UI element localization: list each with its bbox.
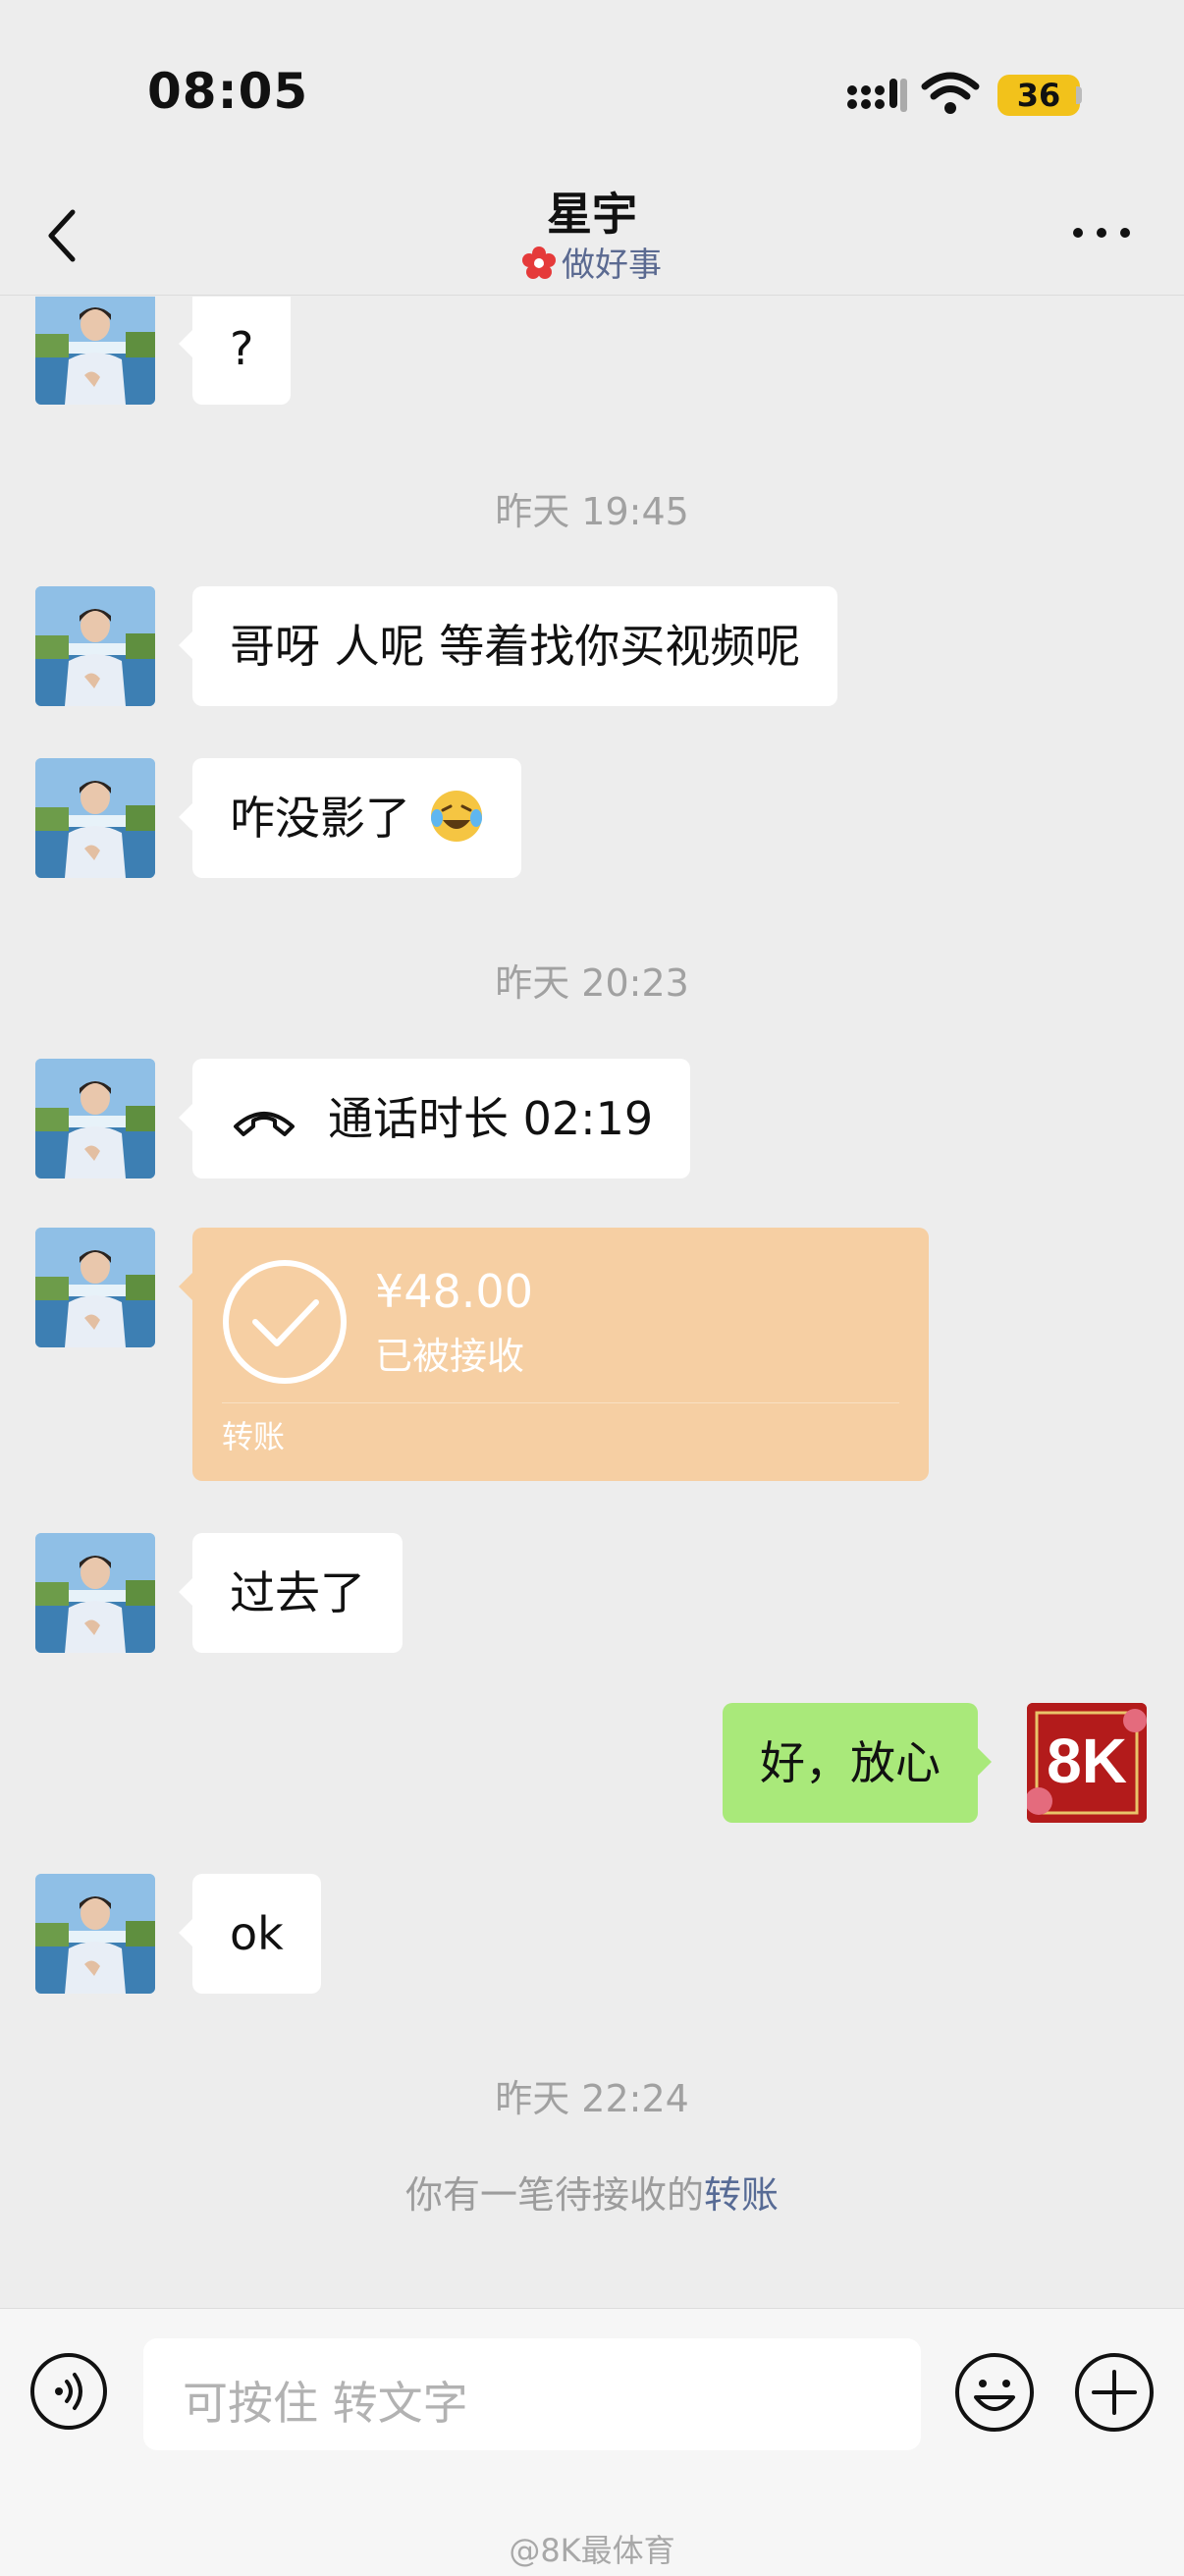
message-text: 过去了 — [230, 1566, 365, 1619]
contact-avatar[interactable] — [35, 1874, 155, 1994]
contact-avatar[interactable] — [35, 758, 155, 878]
transfer-status: 已被接收 — [375, 1335, 525, 1378]
transfer-amount: ¥48.00 — [375, 1265, 533, 1318]
pending-transfer-notice: 你有一笔待接收的转账 — [0, 2165, 1184, 2219]
input-placeholder: 可按住 转文字 — [183, 2377, 468, 2430]
message-bubble[interactable]: 过去了 — [179, 1533, 403, 1653]
message-text: 咋没影了 — [230, 792, 410, 845]
contact-status-text: 做好事 — [562, 246, 662, 285]
message-bubble[interactable]: 哥呀 人呢 等着找你买视频呢 — [178, 586, 838, 706]
phone-icon — [234, 1112, 295, 1136]
more-options-icon[interactable] — [1070, 218, 1133, 247]
timestamp-separator: 昨天 22:24 — [495, 2077, 689, 2120]
chat-header: 星宇 做好事 — [0, 177, 1184, 296]
transfer-label: 转账 — [222, 1418, 286, 1455]
contact-avatar[interactable] — [35, 1059, 155, 1178]
message-text: 好，放心 — [760, 1736, 941, 1789]
contact-avatar[interactable] — [35, 1533, 155, 1653]
call-duration-text: 通话时长 02:19 — [328, 1092, 654, 1145]
message-bubble[interactable]: 咋没影了 — [179, 758, 521, 878]
contact-name[interactable]: 星宇 — [0, 179, 1184, 244]
battery-indicator: 36 — [997, 75, 1080, 116]
wifi-icon — [921, 72, 980, 114]
self-message-bubble[interactable]: 好，放心 — [723, 1703, 992, 1823]
status-time: 08:05 — [147, 63, 309, 120]
transfer-link[interactable]: 转账 — [704, 2173, 779, 2217]
message-text: ok — [230, 1907, 284, 1960]
check-circle-icon — [223, 1260, 347, 1384]
watermark: @8K最体育 — [509, 2532, 675, 2569]
transfer-card[interactable]: ¥48.00 已被接收 转账 — [179, 1228, 929, 1481]
message-text: ? — [230, 322, 254, 375]
status-bar: 08:05 36 — [0, 0, 1184, 177]
contact-status[interactable]: 做好事 — [0, 238, 1184, 286]
self-avatar[interactable]: 8K — [1027, 1703, 1147, 1823]
battery-level: 36 — [1016, 77, 1061, 114]
timestamp-separator: 昨天 20:23 — [495, 961, 689, 1005]
timestamp-separator: 昨天 19:45 — [495, 490, 689, 533]
message-input[interactable]: 可按住 转文字 — [143, 2338, 921, 2450]
call-record-bubble[interactable]: 通话时长 02:19 — [178, 1059, 691, 1178]
contact-avatar[interactable] — [35, 285, 155, 405]
plus-icon[interactable] — [1074, 2352, 1155, 2433]
message-bubble[interactable]: ? — [178, 297, 292, 405]
emoji-icon[interactable] — [954, 2352, 1035, 2433]
voice-input-icon[interactable] — [29, 2352, 108, 2431]
message-text: 哥呀 人呢 等着找你买视频呢 — [230, 620, 801, 673]
contact-avatar[interactable] — [35, 1228, 155, 1347]
battery-cap — [1076, 86, 1082, 104]
self-avatar-label: 8K — [1047, 1726, 1127, 1796]
notice-text: 你有一笔待接收的 — [404, 2173, 704, 2217]
contact-avatar[interactable] — [35, 586, 155, 706]
cellular-signal-icon — [847, 79, 907, 112]
laughing-crying-emoji-icon — [430, 791, 482, 842]
flower-icon — [522, 247, 556, 279]
divider — [222, 1402, 899, 1403]
message-bubble[interactable]: ok — [179, 1874, 321, 1994]
